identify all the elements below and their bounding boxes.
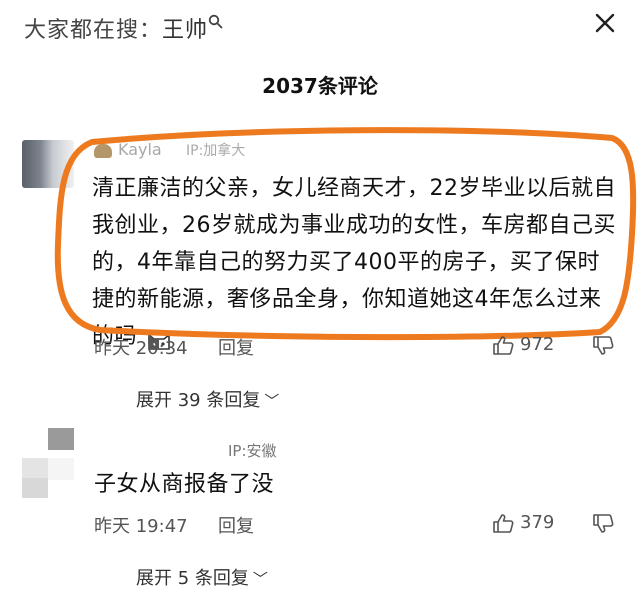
comment-text-content: 清正廉洁的父亲，女儿经商天才，22岁毕业以后就自我创业，26岁就成为事业成功的女… [92, 176, 616, 349]
comment-text: 子女从商报备了没 [94, 472, 275, 497]
comment-time: 昨天 19:47 [94, 516, 188, 537]
chevron-down-icon: ﹀ [264, 392, 280, 410]
search-icon [208, 14, 224, 43]
expand-replies-button[interactable]: 展开 5 条回复 ﹀ [136, 564, 268, 590]
avatar-fragment [22, 458, 48, 480]
avatar[interactable] [48, 428, 74, 450]
search-suggestion[interactable]: 大家都在搜：王帅 [24, 12, 224, 44]
dislike-button[interactable] [592, 514, 614, 538]
avatar[interactable] [22, 140, 74, 188]
thumbs-up-icon [493, 513, 514, 533]
expand-replies-label: 展开 39 条回复 [136, 390, 261, 411]
user-badge-icon [94, 143, 112, 158]
thumbs-down-icon [593, 336, 614, 355]
dislike-button[interactable] [592, 336, 614, 360]
username[interactable]: Kayla [94, 140, 162, 159]
search-suggestion-prefix: 大家都在搜： [24, 18, 163, 43]
comment-count: 2037条评论 [262, 74, 378, 98]
ip-location: IP:安徽 [228, 442, 277, 460]
like-count: 379 [520, 512, 555, 533]
comment-text: 清正廉洁的父亲，女儿经商天才，22岁毕业以后就自我创业，26岁就成为事业成功的女… [92, 170, 617, 355]
expand-replies-button[interactable]: 展开 39 条回复 ﹀ [136, 386, 279, 412]
comment-time: 昨天 20:34 [94, 338, 188, 359]
close-button[interactable] [590, 8, 620, 38]
ip-location: IP:加拿大 [186, 143, 246, 159]
thumbs-down-icon [593, 514, 614, 533]
like-button[interactable]: 972 [492, 334, 554, 355]
like-button[interactable]: 379 [492, 512, 554, 533]
chevron-down-icon: ﹀ [252, 570, 268, 588]
search-keyword[interactable]: 王帅 [162, 18, 208, 43]
thumbs-up-icon [493, 335, 514, 355]
reply-button[interactable]: 回复 [218, 334, 254, 360]
close-icon [595, 13, 615, 33]
like-count: 972 [520, 334, 555, 355]
expand-replies-label: 展开 5 条回复 [136, 568, 249, 589]
avatar-fragment [48, 458, 74, 480]
avatar-fragment [22, 478, 48, 498]
username-text: Kayla [118, 140, 162, 159]
reply-button[interactable]: 回复 [218, 512, 254, 538]
